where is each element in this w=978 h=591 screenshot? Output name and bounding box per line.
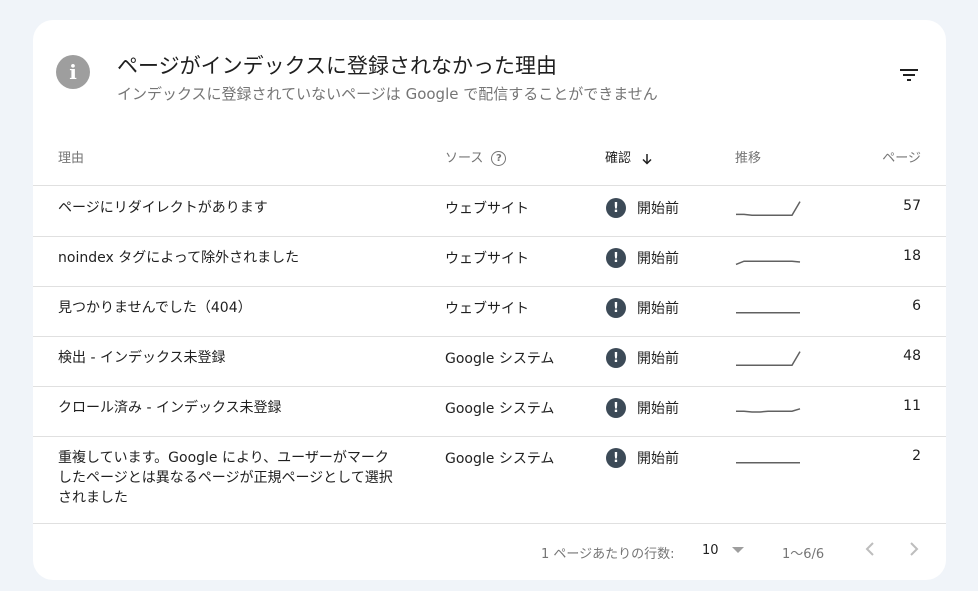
validation-status-label: 開始前 (637, 451, 679, 467)
table-row[interactable]: クロール済み - インデックス未登録 Google システム! 開始前 11 (33, 386, 946, 437)
trend-sparkline (736, 351, 801, 366)
validation-status-label: 開始前 (637, 301, 679, 317)
header-validation[interactable]: 確認 (605, 147, 653, 166)
rows-per-page-label: 1 ページあたりの行数: (541, 547, 675, 562)
previous-page-icon[interactable] (861, 539, 881, 559)
source-cell: ウェブサイト (445, 201, 529, 217)
card-subtitle: インデックスに登録されていないページは Google で配信することができません (117, 85, 658, 103)
validation-status: ! 開始前 (606, 448, 679, 468)
table-row[interactable]: ページにリダイレクトがあります ウェブサイト! 開始前 57 (33, 186, 946, 237)
table-row[interactable]: 重複しています。Google により、ユーザーがマークしたページとは異なるページ… (33, 436, 946, 524)
reason-cell: ページにリダイレクトがあります (58, 200, 268, 216)
source-cell: Google システム (445, 401, 555, 417)
table-row[interactable]: 検出 - インデックス未登録 Google システム! 開始前 48 (33, 336, 946, 387)
pages-count: 57 (903, 198, 921, 214)
validation-status: ! 開始前 (606, 348, 679, 368)
alert-icon: ! (606, 198, 626, 218)
alert-icon: ! (606, 348, 626, 368)
reason-cell: 見つかりませんでした（404） (58, 300, 252, 316)
trend-line (736, 408, 801, 413)
trend-line (736, 351, 801, 366)
validation-status-label: 開始前 (637, 201, 679, 217)
pages-count: 11 (903, 398, 921, 414)
header-trend: 推移 (735, 151, 762, 166)
alert-icon: ! (606, 398, 626, 418)
table-row[interactable]: 見つかりませんでした（404） ウェブサイト! 開始前 6 (33, 286, 946, 337)
next-page-icon[interactable] (903, 539, 923, 559)
trend-line (735, 260, 801, 266)
rows-per-page-select[interactable]: 10 (702, 543, 719, 558)
reason-cell: クロール済み - インデックス未登録 (58, 400, 282, 416)
header-source[interactable]: ソース? (445, 147, 507, 166)
pages-count: 18 (903, 248, 921, 264)
pages-count: 6 (912, 298, 921, 314)
trend-sparkline (736, 312, 800, 314)
validation-status: ! 開始前 (606, 298, 679, 318)
help-icon[interactable]: ? (491, 151, 507, 166)
card-title: ページがインデックスに登録されなかった理由 (117, 54, 557, 78)
header-pages[interactable]: ページ (882, 147, 921, 166)
pagination-range: 1〜6/6 (782, 547, 825, 562)
dropdown-caret-icon[interactable] (732, 547, 744, 553)
pages-count: 2 (912, 448, 921, 464)
validation-status: ! 開始前 (606, 248, 679, 268)
filter-icon[interactable] (897, 63, 921, 87)
alert-icon: ! (606, 298, 626, 318)
trend-sparkline (736, 462, 800, 464)
header-reason[interactable]: 理由 (58, 147, 84, 166)
validation-status-label: 開始前 (637, 401, 679, 417)
not-indexed-reasons-card: i ページがインデックスに登録されなかった理由 インデックスに登録されていないペ… (33, 20, 946, 580)
trend-sparkline (735, 260, 801, 266)
alert-icon: ! (606, 448, 626, 468)
header-validation-label: 確認 (605, 151, 632, 166)
trend-line (736, 201, 801, 216)
source-cell: ウェブサイト (445, 301, 529, 317)
pages-count: 48 (903, 348, 921, 364)
validation-status-label: 開始前 (637, 351, 679, 367)
info-icon: i (56, 55, 90, 89)
reason-cell: 重複しています。Google により、ユーザーがマークしたページとは異なるページ… (58, 450, 393, 506)
source-cell: Google システム (445, 451, 555, 467)
validation-status: ! 開始前 (606, 198, 679, 218)
sort-arrow-down-icon (642, 153, 652, 165)
source-cell: ウェブサイト (445, 251, 529, 267)
alert-icon: ! (606, 248, 626, 268)
source-cell: Google システム (445, 351, 555, 367)
table-row[interactable]: noindex タグによって除外されました ウェブサイト! 開始前 18 (33, 236, 946, 287)
reason-cell: noindex タグによって除外されました (58, 250, 300, 266)
trend-sparkline (736, 408, 801, 413)
header-source-label: ソース (445, 151, 484, 166)
reason-cell: 検出 - インデックス未登録 (58, 350, 226, 366)
trend-sparkline (736, 201, 801, 216)
validation-status: ! 開始前 (606, 398, 679, 418)
validation-status-label: 開始前 (637, 251, 679, 267)
